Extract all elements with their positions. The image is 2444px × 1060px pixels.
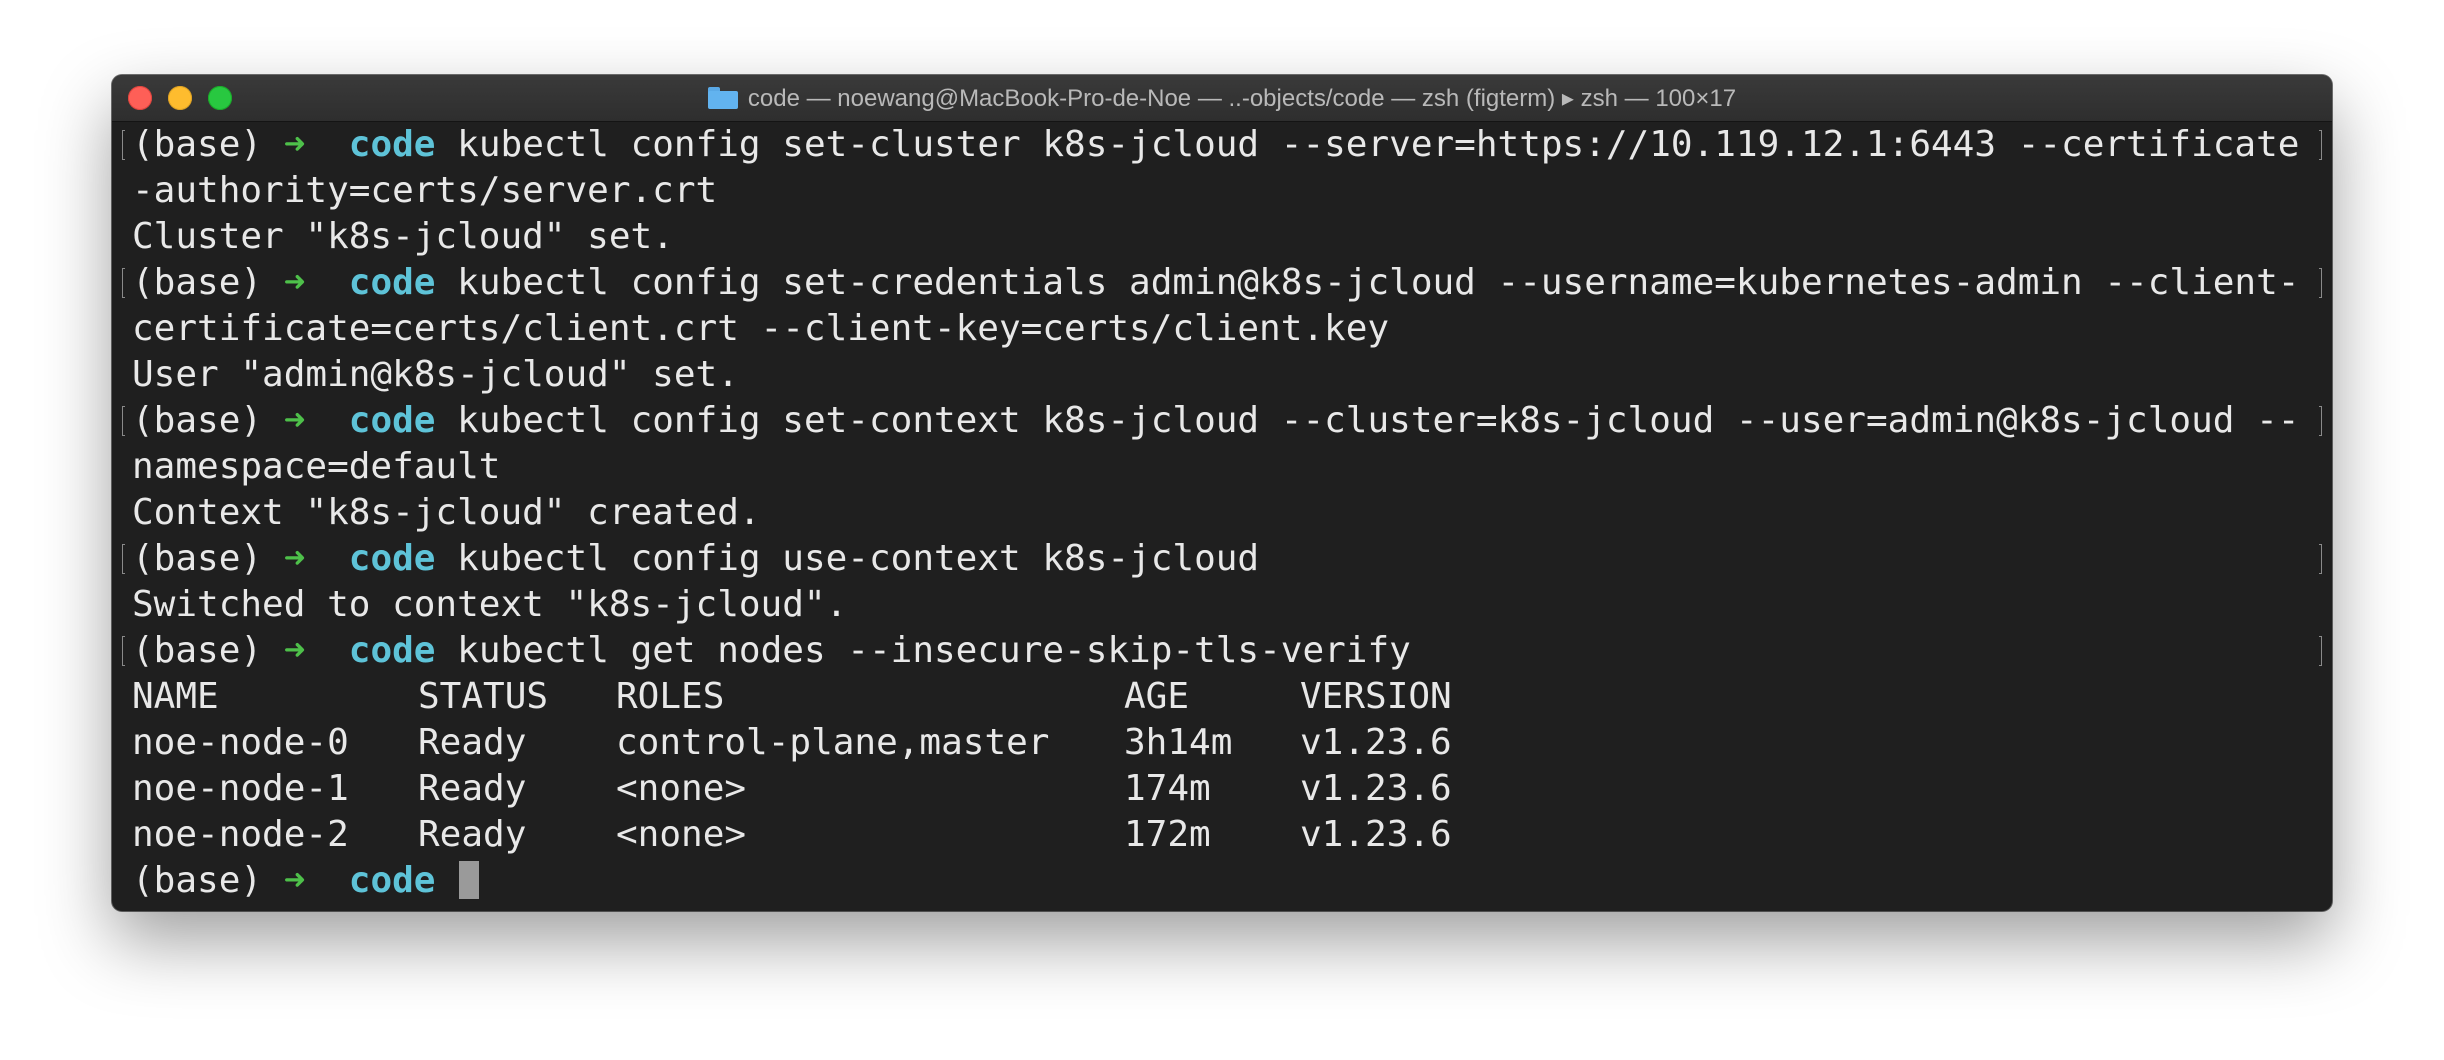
line-mark-right — [2319, 268, 2322, 298]
prompt-env: (base) — [132, 400, 263, 441]
output-line: Context "k8s-jcloud" created. — [122, 490, 2322, 536]
table-header-cell: VERSION — [1300, 676, 1452, 717]
command-continuation: certificate=certs/client.crt --client-ke… — [122, 306, 2322, 352]
prompt-directory: code — [348, 630, 436, 671]
line-mark-right — [2319, 636, 2322, 666]
screenshot-stage: code — noewang@MacBook-Pro-de-Noe — ..-o… — [0, 0, 2444, 1060]
line-mark-right — [2319, 130, 2322, 160]
prompt-arrow-icon: ➜ — [283, 124, 306, 165]
output-line: User "admin@k8s-jcloud" set. — [122, 352, 2322, 398]
table-cell: noe-node-0 — [132, 722, 349, 763]
prompt-directory: code — [348, 860, 436, 901]
table-row: noe-node-2 Ready <none> 172m v1.23.6 — [122, 812, 2322, 858]
text-cursor[interactable] — [459, 861, 480, 899]
line-mark-left — [122, 406, 125, 436]
output-text: Cluster "k8s-jcloud" set. — [132, 216, 674, 257]
table-cell: <none> — [616, 814, 747, 855]
prompt-arrow-icon: ➜ — [283, 630, 306, 671]
table-cell: 174m — [1124, 768, 1211, 809]
output-text: User "admin@k8s-jcloud" set. — [132, 354, 739, 395]
window-title: code — noewang@MacBook-Pro-de-Noe — ..-o… — [747, 84, 1737, 112]
line-mark-left — [122, 544, 125, 574]
table-cell: v1.23.6 — [1300, 722, 1452, 763]
table-cell: 172m — [1124, 814, 1211, 855]
table-cell: Ready — [418, 814, 527, 855]
table-cell: control-plane,master — [616, 722, 1050, 763]
table-cell: v1.23.6 — [1300, 814, 1452, 855]
command-text: kubectl config use-context k8s-jcloud — [457, 538, 1260, 579]
command-line: (base) ➜ code kubectl config use-context… — [122, 536, 2322, 582]
continuation-text: -authority=certs/server.crt — [132, 170, 718, 211]
command-continuation: -authority=certs/server.crt — [122, 168, 2322, 214]
terminal-window: code — noewang@MacBook-Pro-de-Noe — ..-o… — [112, 75, 2332, 911]
prompt-directory: code — [348, 400, 436, 441]
table-header-cell: AGE — [1124, 676, 1190, 717]
command-line: (base) ➜ code kubectl config set-context… — [122, 398, 2322, 444]
folder-icon — [707, 87, 738, 109]
command-line: (base) ➜ code kubectl config set-cluster… — [122, 122, 2322, 168]
table-row: noe-node-1 Ready <none> 174m v1.23.6 — [122, 766, 2322, 812]
table-cell: v1.23.6 — [1300, 768, 1452, 809]
prompt-env: (base) — [132, 630, 263, 671]
table-cell: noe-node-1 — [132, 768, 349, 809]
command-text: kubectl get nodes --insecure-skip-tls-ve… — [457, 630, 1411, 671]
line-mark-left — [122, 130, 125, 160]
command-line: (base) ➜ code kubectl get nodes --insecu… — [122, 628, 2322, 674]
terminal-content[interactable]: (base) ➜ code kubectl config set-cluster… — [112, 122, 2332, 911]
prompt-directory: code — [348, 124, 436, 165]
window-title-container: code — noewang@MacBook-Pro-de-Noe — ..-o… — [112, 75, 2332, 121]
line-mark-left — [122, 636, 125, 666]
command-text: kubectl config set-context k8s-jcloud --… — [457, 400, 2300, 441]
table-cell: <none> — [616, 768, 747, 809]
prompt-env: (base) — [132, 262, 263, 303]
prompt-env: (base) — [132, 538, 263, 579]
continuation-text: certificate=certs/client.crt --client-ke… — [132, 308, 1390, 349]
prompt-env: (base) — [132, 124, 263, 165]
output-text: Switched to context "k8s-jcloud". — [132, 584, 848, 625]
table-row: noe-node-0 Ready control-plane,master 3h14m… — [122, 720, 2322, 766]
table-header-cell: NAME — [132, 676, 219, 717]
continuation-text: namespace=default — [132, 446, 501, 487]
output-line: Switched to context "k8s-jcloud". — [122, 582, 2322, 628]
table-cell: Ready — [418, 722, 527, 763]
table-header-row: NAME STATUS ROLES AGE VERSION — [122, 674, 2322, 720]
prompt-arrow-icon: ➜ — [283, 538, 306, 579]
table-header-cell: ROLES — [616, 676, 725, 717]
command-text: kubectl config set-cluster k8s-jcloud --… — [457, 124, 2300, 165]
line-mark-left — [122, 268, 125, 298]
prompt-arrow-icon: ➜ — [283, 400, 306, 441]
prompt-env: (base) — [132, 860, 263, 901]
title-bar[interactable]: code — noewang@MacBook-Pro-de-Noe — ..-o… — [112, 75, 2332, 122]
prompt-arrow-icon: ➜ — [283, 860, 306, 901]
table-header-cell: STATUS — [418, 676, 549, 717]
command-line: (base) ➜ code kubectl config set-credent… — [122, 260, 2322, 306]
prompt-directory: code — [348, 538, 436, 579]
line-mark-right — [2319, 544, 2322, 574]
table-cell: 3h14m — [1124, 722, 1233, 763]
output-line: Cluster "k8s-jcloud" set. — [122, 214, 2322, 260]
prompt-arrow-icon: ➜ — [283, 262, 306, 303]
table-cell: noe-node-2 — [132, 814, 349, 855]
command-text: kubectl config set-credentials admin@k8s… — [457, 262, 2300, 303]
output-text: Context "k8s-jcloud" created. — [132, 492, 761, 533]
command-continuation: namespace=default — [122, 444, 2322, 490]
prompt-directory: code — [348, 262, 436, 303]
line-mark-right — [2319, 406, 2322, 436]
active-prompt-line[interactable]: (base) ➜ code — [122, 858, 2322, 904]
table-cell: Ready — [418, 768, 527, 809]
